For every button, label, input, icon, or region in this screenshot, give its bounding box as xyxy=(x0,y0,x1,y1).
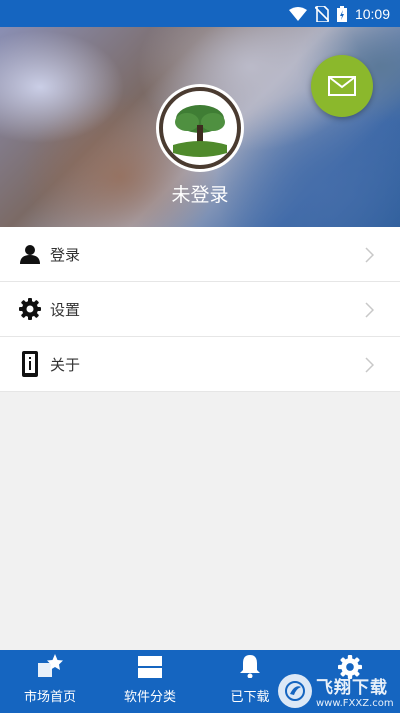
market-star-icon xyxy=(37,654,63,682)
watermark-title: 飞翔下载 xyxy=(316,677,388,698)
menu-item-login[interactable]: 登录 xyxy=(0,227,400,282)
mail-icon xyxy=(328,76,356,96)
username-label: 未登录 xyxy=(171,184,229,206)
nav-item-categories[interactable]: 软件分类 xyxy=(100,650,200,713)
watermark-url: www.FXXZ.com xyxy=(316,697,394,709)
menu-list: 登录 设置 关于 xyxy=(0,227,400,392)
status-bar: 10:09 xyxy=(0,0,400,27)
menu-item-label: 登录 xyxy=(50,245,81,264)
battery-charging-icon xyxy=(336,5,347,22)
nav-item-label: 市场首页 xyxy=(23,690,76,705)
menu-item-label: 设置 xyxy=(50,300,81,319)
avatar[interactable] xyxy=(159,87,241,169)
profile-header: 未登录 xyxy=(0,27,400,227)
gear-icon xyxy=(0,298,48,320)
menu-item-settings[interactable]: 设置 xyxy=(0,282,400,337)
nav-item-label: 已下载 xyxy=(230,690,270,705)
watermark-logo-icon xyxy=(278,673,312,708)
nav-item-market-home[interactable]: 市场首页 xyxy=(0,650,100,713)
chevron-right-icon xyxy=(365,302,375,322)
person-icon xyxy=(0,244,48,264)
chevron-right-icon xyxy=(365,357,375,377)
status-time: 10:09 xyxy=(354,5,390,22)
tree-icon xyxy=(167,95,233,161)
info-phone-icon xyxy=(0,351,48,377)
category-icon xyxy=(138,656,162,682)
watermark: 飞翔下载 www.FXXZ.com xyxy=(278,668,400,713)
menu-item-label: 关于 xyxy=(50,355,81,374)
no-sim-icon xyxy=(314,5,329,22)
bell-icon xyxy=(240,654,260,682)
menu-item-about[interactable]: 关于 xyxy=(0,337,400,392)
wifi-icon xyxy=(288,6,307,21)
mail-button[interactable] xyxy=(311,55,373,117)
nav-item-label: 软件分类 xyxy=(123,690,176,705)
chevron-right-icon xyxy=(365,247,375,267)
